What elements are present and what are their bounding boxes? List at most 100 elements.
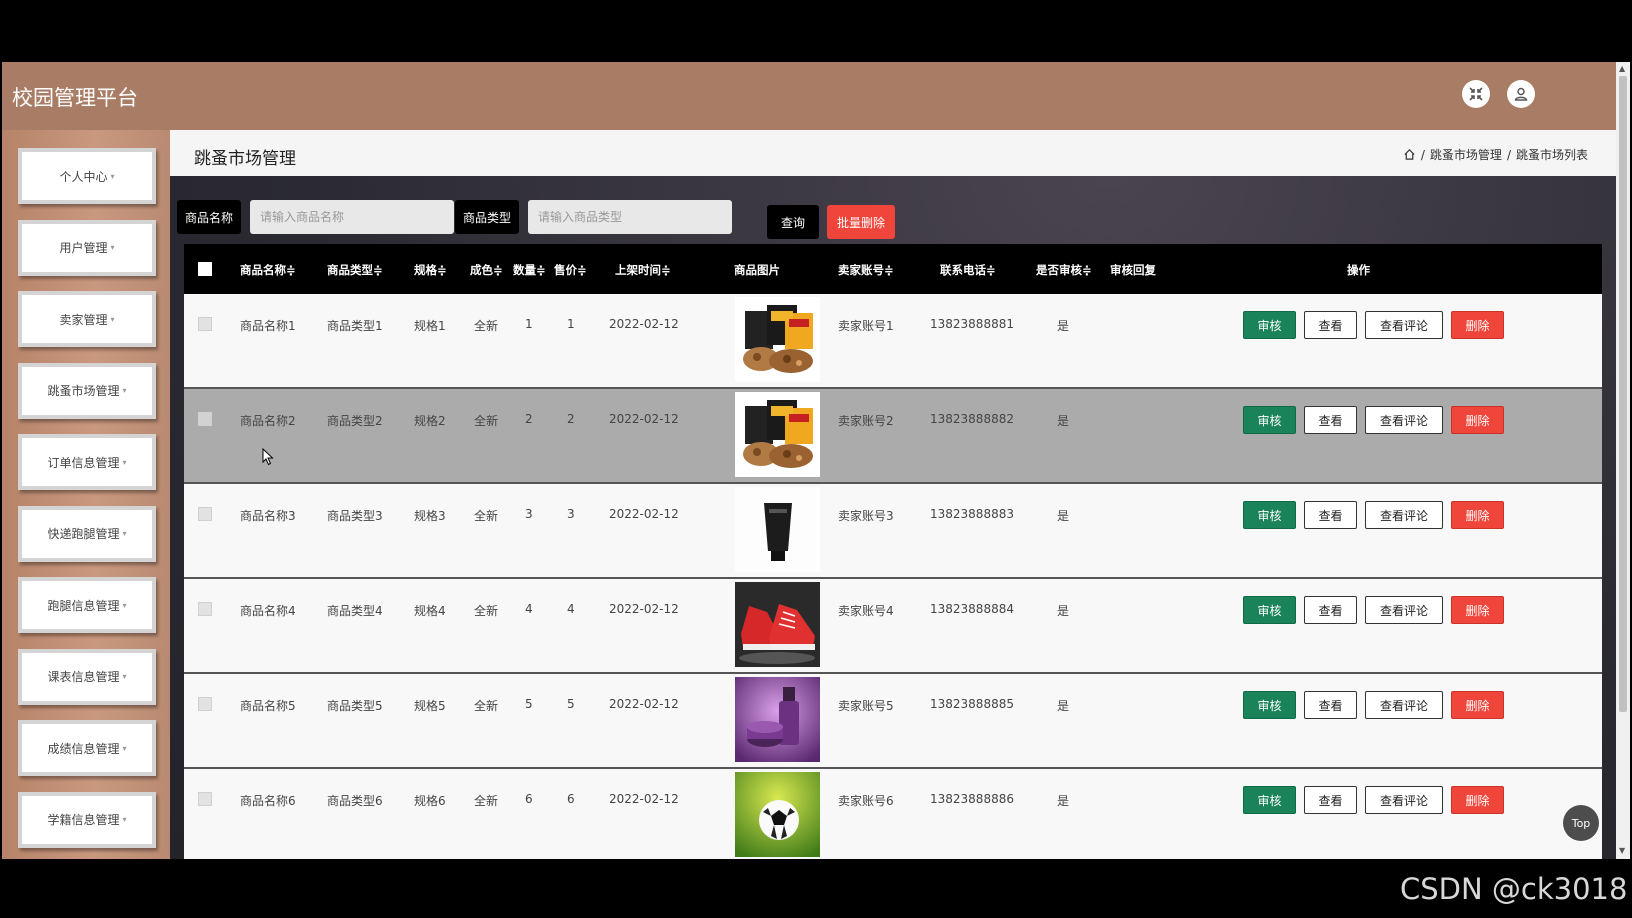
product-name-label: 商品名称	[177, 200, 241, 234]
delete-button[interactable]: 删除	[1451, 596, 1504, 624]
row-checkbox[interactable]	[198, 792, 212, 806]
cell-condition: 全新	[474, 414, 499, 428]
column-header[interactable]: 成色≑	[470, 262, 503, 278]
sidebar-item[interactable]: 卖家管理 ▾	[18, 291, 156, 347]
view-button[interactable]: 查看	[1304, 596, 1357, 624]
cell-type: 商品类型4	[327, 604, 383, 618]
sidebar-item[interactable]: 订单信息管理 ▾	[18, 434, 156, 490]
table-row[interactable]: 商品名称6 商品类型6 规格6 全新 6 6 2022-02-12 卖家账号6 13823888…	[184, 769, 1602, 859]
sidebar-item[interactable]: 个人中心 ▾	[18, 148, 156, 204]
select-all-checkbox[interactable]	[198, 262, 212, 276]
row-checkbox[interactable]	[198, 317, 212, 331]
table-row[interactable]: 商品名称1 商品类型1 规格1 全新 1 1 2022-02-12 卖家账号1 13823888…	[184, 294, 1602, 389]
delete-button[interactable]: 删除	[1451, 786, 1504, 814]
delete-button[interactable]: 删除	[1451, 311, 1504, 339]
row-checkbox[interactable]	[198, 697, 212, 711]
chevron-down-icon: ▾	[110, 171, 115, 181]
cell-seller: 卖家账号2	[838, 414, 894, 428]
audit-button[interactable]: 审核	[1243, 501, 1296, 529]
back-to-top-button[interactable]: Top	[1563, 805, 1599, 841]
cell-name: 商品名称6	[240, 794, 296, 808]
cell-date: 2022-02-12	[609, 412, 679, 426]
audit-button[interactable]: 审核	[1243, 786, 1296, 814]
delete-button[interactable]: 删除	[1451, 691, 1504, 719]
audit-button[interactable]: 审核	[1243, 596, 1296, 624]
product-image[interactable]	[735, 487, 820, 572]
scroll-up-arrow[interactable]: ▲	[1619, 64, 1625, 73]
product-image[interactable]	[735, 677, 820, 762]
cell-audited: 是	[1057, 699, 1070, 713]
column-header[interactable]: 是否审核≑	[1036, 262, 1092, 278]
cell-date: 2022-02-12	[609, 507, 679, 521]
view-comments-button[interactable]: 查看评论	[1365, 501, 1443, 529]
sidebar-item[interactable]: 学籍信息管理 ▾	[18, 791, 156, 848]
column-header[interactable]: 数量≑	[513, 262, 546, 278]
sidebar-item[interactable]: 跳蚤市场管理 ▾	[18, 362, 156, 419]
column-header[interactable]: 商品类型≑	[327, 262, 383, 278]
column-header[interactable]: 规格≑	[414, 262, 447, 278]
cell-price: 6	[567, 792, 575, 806]
view-button[interactable]: 查看	[1304, 311, 1357, 339]
column-header[interactable]: 联系电话≑	[940, 262, 996, 278]
cell-phone: 13823888882	[930, 412, 1014, 426]
cell-type: 商品类型3	[327, 509, 383, 523]
scrollbar[interactable]: ▲ ▼	[1616, 62, 1630, 859]
column-header[interactable]: 卖家账号≑	[838, 262, 894, 278]
product-image[interactable]	[735, 297, 820, 382]
sidebar-item[interactable]: 用户管理 ▾	[18, 219, 156, 276]
table-row[interactable]: 商品名称2 商品类型2 规格2 全新 2 2 2022-02-12 卖家账号2 13823888…	[184, 389, 1602, 484]
table-row[interactable]: 商品名称5 商品类型5 规格5 全新 5 5 2022-02-12 卖家账号5 13823888…	[184, 674, 1602, 769]
delete-button[interactable]: 删除	[1451, 406, 1504, 434]
view-button[interactable]: 查看	[1304, 501, 1357, 529]
cell-price: 1	[567, 317, 575, 331]
scrollbar-thumb[interactable]	[1619, 76, 1627, 712]
breadcrumb-separator: /	[1420, 147, 1425, 162]
delete-button[interactable]: 删除	[1451, 501, 1504, 529]
view-button[interactable]: 查看	[1304, 786, 1357, 814]
product-image[interactable]	[735, 582, 820, 667]
cell-spec: 规格4	[414, 604, 446, 618]
batch-delete-button[interactable]: 批量删除	[827, 205, 895, 239]
view-comments-button[interactable]: 查看评论	[1365, 691, 1443, 719]
cell-type: 商品类型1	[327, 319, 383, 333]
cell-date: 2022-02-12	[609, 792, 679, 806]
user-avatar-icon[interactable]	[1507, 80, 1535, 108]
view-button[interactable]: 查看	[1304, 406, 1357, 434]
cell-qty: 6	[525, 792, 533, 806]
sidebar-item[interactable]: 成绩信息管理 ▾	[18, 720, 156, 776]
scroll-down-arrow[interactable]: ▼	[1619, 846, 1625, 855]
sidebar-item[interactable]: 跑腿信息管理 ▾	[18, 577, 156, 633]
row-checkbox[interactable]	[198, 412, 212, 426]
audit-button[interactable]: 审核	[1243, 691, 1296, 719]
audit-button[interactable]: 审核	[1243, 311, 1296, 339]
cell-price: 4	[567, 602, 575, 616]
table-row[interactable]: 商品名称4 商品类型4 规格4 全新 4 4 2022-02-12 卖家账号4 13823888…	[184, 579, 1602, 674]
sidebar-item[interactable]: 快递跑腿管理 ▾	[18, 505, 156, 562]
audit-button[interactable]: 审核	[1243, 406, 1296, 434]
product-image[interactable]	[735, 772, 820, 857]
query-button[interactable]: 查询	[767, 205, 819, 239]
view-comments-button[interactable]: 查看评论	[1365, 311, 1443, 339]
cell-condition: 全新	[474, 604, 499, 618]
view-comments-button[interactable]: 查看评论	[1365, 406, 1443, 434]
table-row[interactable]: 商品名称3 商品类型3 规格3 全新 3 3 2022-02-12 卖家账号3 13823888…	[184, 484, 1602, 579]
mouse-cursor-icon	[262, 448, 274, 466]
column-header: 商品图片	[734, 263, 780, 277]
column-header[interactable]: 上架时间≑	[615, 262, 671, 278]
view-button[interactable]: 查看	[1304, 691, 1357, 719]
home-icon[interactable]	[1403, 148, 1416, 161]
sidebar-item[interactable]: 课表信息管理 ▾	[18, 648, 156, 705]
product-image[interactable]	[735, 392, 820, 477]
product-type-input[interactable]	[528, 200, 732, 234]
row-checkbox[interactable]	[198, 602, 212, 616]
column-header[interactable]: 售价≑	[554, 262, 587, 278]
content-area: 商品名称 商品类型 查询 批量删除 商品名称≑ 商品类型≑ 规格≑ 成色≑ 数量≑ 售价≑…	[170, 176, 1616, 859]
column-header[interactable]: 商品名称≑	[240, 262, 296, 278]
view-comments-button[interactable]: 查看评论	[1365, 786, 1443, 814]
view-comments-button[interactable]: 查看评论	[1365, 596, 1443, 624]
row-checkbox[interactable]	[198, 507, 212, 521]
product-name-input[interactable]	[250, 200, 454, 234]
fullscreen-exit-icon[interactable]	[1462, 80, 1490, 108]
cell-spec: 规格6	[414, 794, 446, 808]
breadcrumb-item-market[interactable]: 跳蚤市场管理	[1430, 146, 1502, 163]
